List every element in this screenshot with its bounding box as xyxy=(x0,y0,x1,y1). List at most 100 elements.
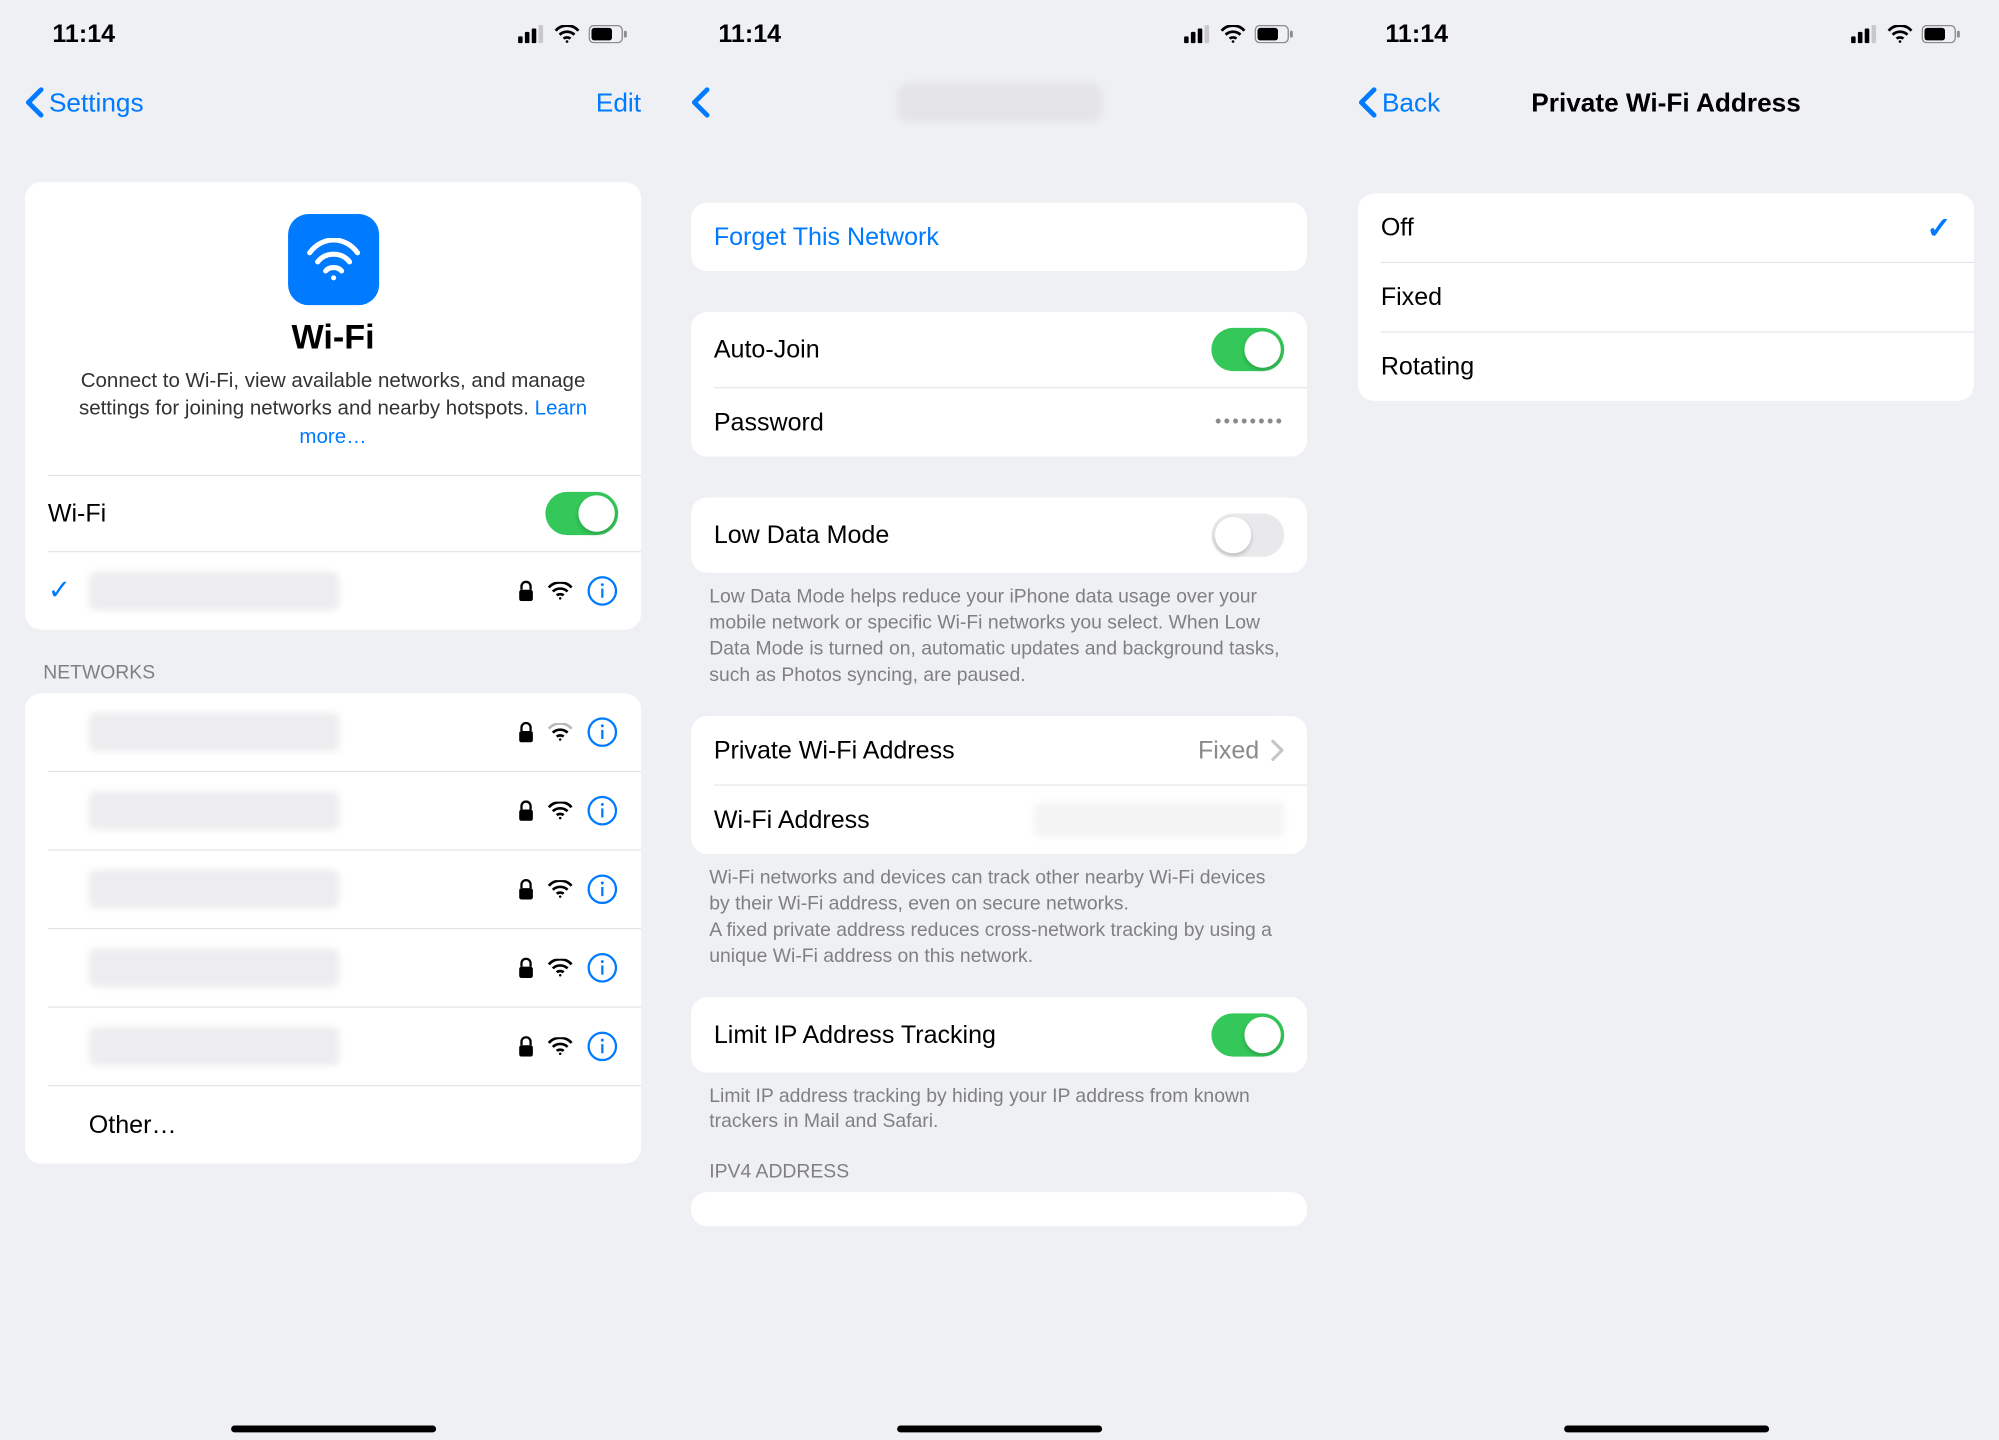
wifi-address-redacted xyxy=(1034,802,1284,836)
wifi-icon xyxy=(554,25,579,43)
row-label: Wi-Fi Address xyxy=(714,805,1034,835)
checkmark-icon: ✓ xyxy=(1926,210,1951,245)
option-row-rotating[interactable]: Rotating xyxy=(1358,332,1974,400)
status-bar: 11:14 xyxy=(1333,0,1999,68)
wifi-hero-card: Wi-Fi Connect to Wi-Fi, view available n… xyxy=(25,182,641,629)
autojoin-toggle[interactable] xyxy=(1212,328,1285,371)
nav-bar: Settings Edit xyxy=(0,68,666,136)
nav-bar: Back Private Wi-Fi Address xyxy=(1333,68,1999,136)
lock-icon xyxy=(518,957,534,977)
checkmark-icon: ✓ xyxy=(48,574,89,607)
network-row[interactable] xyxy=(25,693,641,770)
back-button[interactable] xyxy=(691,87,710,119)
other-network-row[interactable]: Other… xyxy=(25,1086,641,1163)
wifi-strength-icon xyxy=(548,582,573,600)
info-icon[interactable] xyxy=(586,795,618,827)
info-icon[interactable] xyxy=(586,1030,618,1062)
option-label: Fixed xyxy=(1380,282,1950,312)
wifi-toggle[interactable] xyxy=(545,492,618,535)
back-button[interactable]: Back xyxy=(1358,87,1440,119)
lowdata-card: Low Data Mode xyxy=(691,498,1307,573)
chevron-left-icon xyxy=(691,87,710,119)
limit-footer: Limit IP address tracking by hiding your… xyxy=(666,1072,1332,1136)
info-icon[interactable] xyxy=(586,575,618,607)
battery-icon xyxy=(1255,25,1294,43)
lock-icon xyxy=(518,581,534,601)
ipv4-card xyxy=(691,1193,1307,1227)
edit-button[interactable]: Edit xyxy=(596,87,641,118)
wifi-icon xyxy=(1221,25,1246,43)
screen-private-address: 11:14 Back Private Wi-Fi Address Off✓ Fix… xyxy=(1333,0,1999,1440)
wifi-strength-icon xyxy=(548,801,573,819)
lowdata-row[interactable]: Low Data Mode xyxy=(691,498,1307,573)
wifi-toggle-row[interactable]: Wi-Fi xyxy=(25,476,641,551)
wifi-strength-icon xyxy=(548,959,573,977)
private-card: Private Wi-Fi Address Fixed Wi-Fi Addres… xyxy=(691,716,1307,854)
network-row[interactable] xyxy=(25,850,641,927)
chevron-right-icon xyxy=(1271,739,1285,762)
wifi-strength-icon xyxy=(548,723,573,741)
screen-wifi-settings: 11:14 Settings Edit Wi-Fi Connect to Wi-… xyxy=(0,0,666,1440)
networks-card: Other… xyxy=(25,693,641,1163)
lock-icon xyxy=(518,1036,534,1056)
cellular-icon xyxy=(1851,25,1878,43)
forget-network-button[interactable]: Forget This Network xyxy=(691,203,1307,271)
back-label: Back xyxy=(1382,87,1440,118)
chevron-left-icon xyxy=(1358,87,1377,119)
option-row-fixed[interactable]: Fixed xyxy=(1358,263,1974,331)
cellular-icon xyxy=(1184,25,1211,43)
network-row[interactable] xyxy=(25,929,641,1006)
nav-title-redacted xyxy=(666,83,1332,122)
other-label: Other… xyxy=(89,1110,177,1140)
network-row[interactable] xyxy=(25,1008,641,1085)
networks-header: NETWORKS xyxy=(0,630,666,694)
password-row[interactable]: Password •••••••• xyxy=(691,388,1307,456)
option-label: Off xyxy=(1380,213,1926,243)
network-name-redacted xyxy=(89,870,339,909)
home-indicator xyxy=(231,1426,436,1433)
option-row-off[interactable]: Off✓ xyxy=(1358,194,1974,262)
network-name-redacted xyxy=(89,791,339,830)
join-card: Auto-Join Password •••••••• xyxy=(691,312,1307,457)
lowdata-footer: Low Data Mode helps reduce your iPhone d… xyxy=(666,573,1332,689)
network-name-redacted xyxy=(89,1027,339,1066)
info-icon[interactable] xyxy=(586,716,618,748)
row-label: Auto-Join xyxy=(714,335,1212,365)
home-indicator xyxy=(1563,1426,1768,1433)
home-indicator xyxy=(897,1426,1102,1433)
lock-icon xyxy=(518,800,534,820)
autojoin-row[interactable]: Auto-Join xyxy=(691,312,1307,387)
lowdata-toggle[interactable] xyxy=(1212,514,1285,557)
private-footer: Wi-Fi networks and devices can track oth… xyxy=(666,854,1332,970)
chevron-left-icon xyxy=(25,87,44,119)
wifi-hero-icon xyxy=(287,214,378,305)
row-label: Low Data Mode xyxy=(714,520,1212,550)
wifi-strength-icon xyxy=(548,880,573,898)
forget-card: Forget This Network xyxy=(691,203,1307,271)
hero-description: Connect to Wi-Fi, view available network… xyxy=(46,367,621,450)
wifi-icon xyxy=(1887,25,1912,43)
password-value: •••••••• xyxy=(1215,412,1284,432)
nav-bar xyxy=(666,68,1332,136)
hero-title: Wi-Fi xyxy=(46,319,621,358)
limit-toggle[interactable] xyxy=(1212,1013,1285,1056)
status-time: 11:14 xyxy=(52,19,115,49)
status-indicators xyxy=(518,25,627,43)
connected-network-row[interactable]: ✓ xyxy=(25,552,641,629)
wifi-strength-icon xyxy=(548,1037,573,1055)
network-row[interactable] xyxy=(25,772,641,849)
back-button[interactable]: Settings xyxy=(25,87,144,119)
ipv4-header: IPV4 ADDRESS xyxy=(666,1136,1332,1193)
row-label: Limit IP Address Tracking xyxy=(714,1020,1212,1050)
private-address-row[interactable]: Private Wi-Fi Address Fixed xyxy=(691,716,1307,784)
info-icon[interactable] xyxy=(586,873,618,905)
limit-row[interactable]: Limit IP Address Tracking xyxy=(691,997,1307,1072)
network-name-redacted xyxy=(89,948,339,987)
forget-label: Forget This Network xyxy=(714,222,939,252)
private-options-card: Off✓ Fixed Rotating xyxy=(1358,194,1974,401)
status-bar: 11:14 xyxy=(0,0,666,68)
network-name-redacted xyxy=(89,713,339,752)
private-value: Fixed xyxy=(1198,735,1259,765)
info-icon[interactable] xyxy=(586,952,618,984)
lock-icon xyxy=(518,879,534,899)
